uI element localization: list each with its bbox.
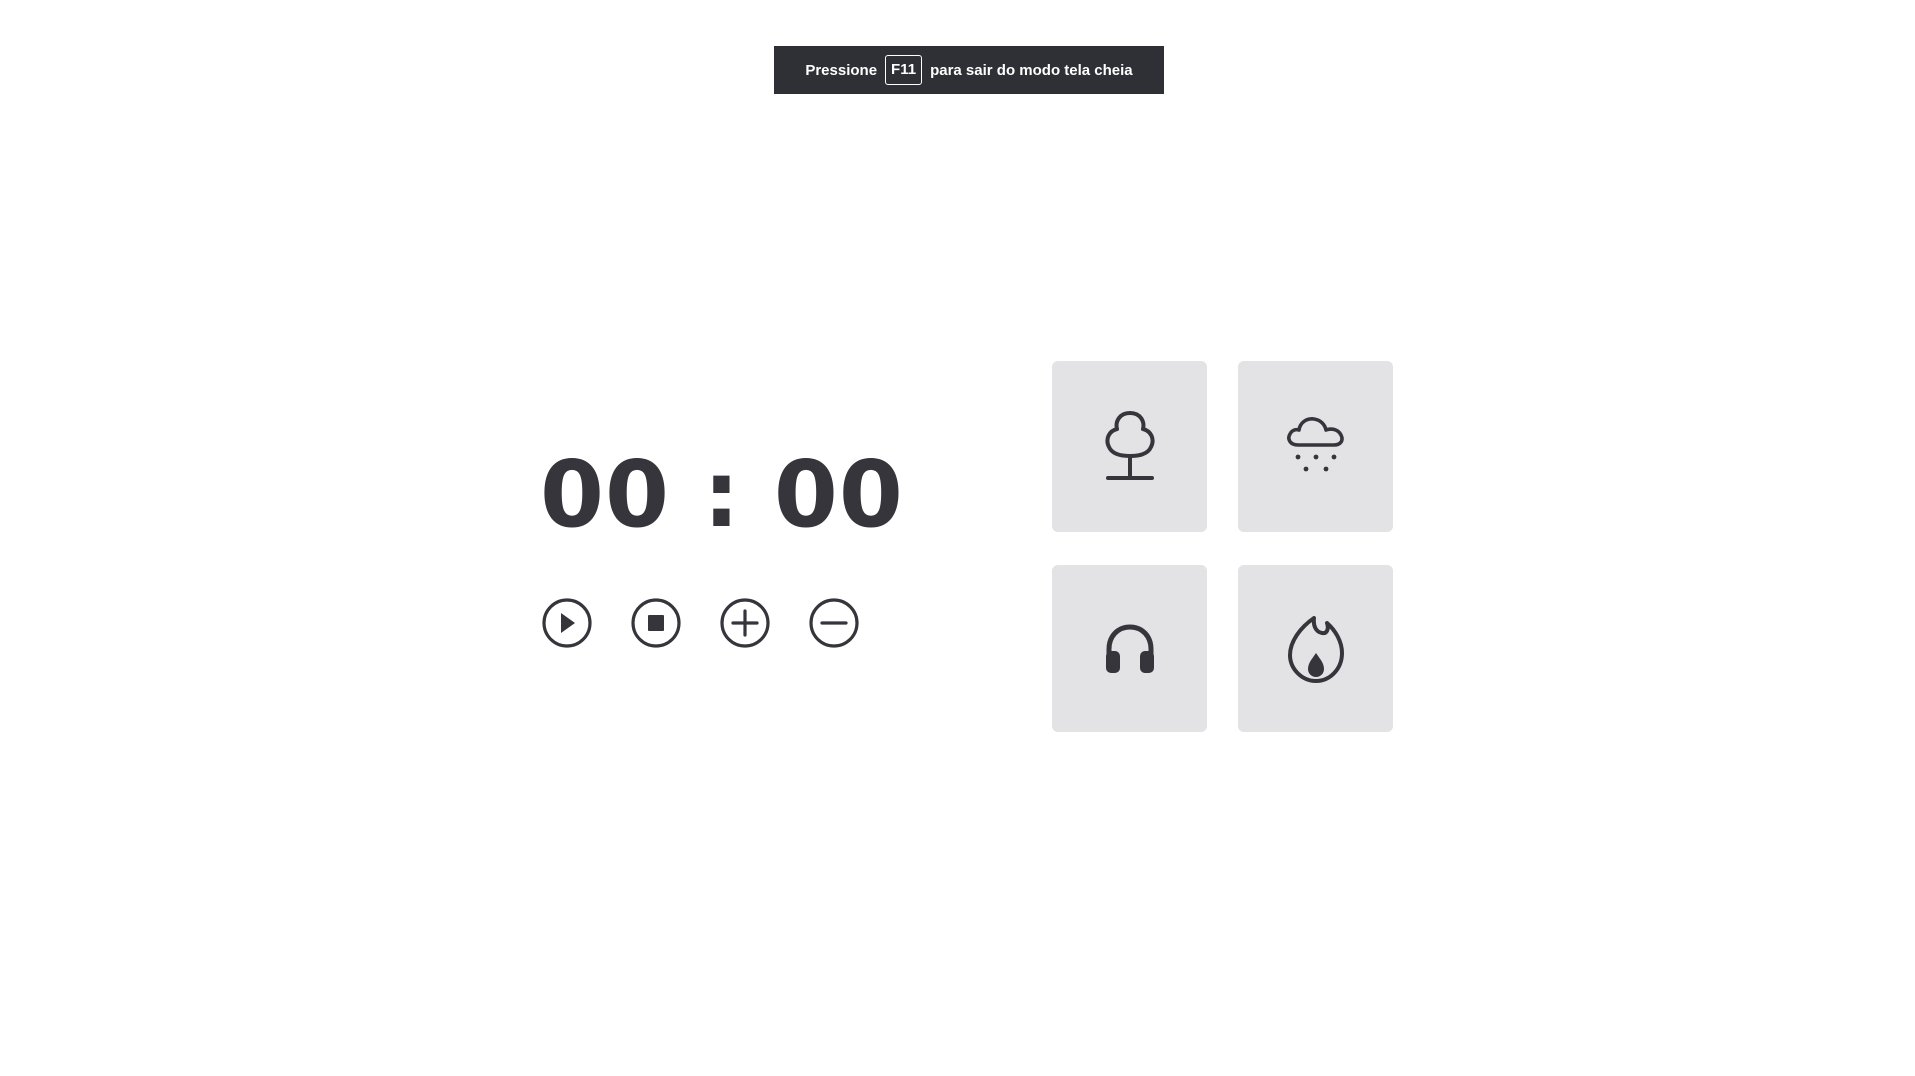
play-icon (542, 598, 592, 648)
fullscreen-notice: Pressione F11 para sair do modo tela che… (774, 46, 1164, 94)
fullscreen-notice-suffix: para sair do modo tela cheia (930, 61, 1133, 79)
flame-icon (1287, 615, 1344, 683)
rain-sound-card[interactable] (1238, 361, 1393, 532)
tree-icon (1104, 410, 1155, 480)
stop-icon (631, 598, 681, 648)
headphones-icon (1105, 623, 1154, 673)
plus-icon (720, 598, 770, 648)
stop-button[interactable] (630, 597, 682, 649)
fullscreen-notice-prefix: Pressione (805, 61, 878, 79)
decrease-button[interactable] (808, 597, 860, 649)
fireplace-sound-card[interactable] (1238, 565, 1393, 732)
fullscreen-notice-key: F11 (885, 55, 923, 85)
timer-controls (541, 597, 861, 649)
forest-sound-card[interactable] (1052, 361, 1207, 532)
minus-icon (809, 598, 859, 648)
timer-display: 00 : 00 (540, 441, 904, 548)
increase-button[interactable] (719, 597, 771, 649)
cloud-rain-icon (1286, 416, 1344, 471)
coffee-shop-sound-card[interactable] (1052, 565, 1207, 732)
play-button[interactable] (541, 597, 593, 649)
